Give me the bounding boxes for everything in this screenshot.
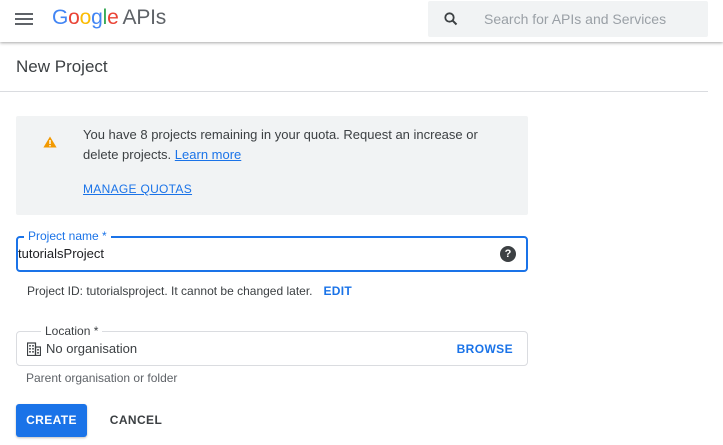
manage-quotas-link[interactable]: MANAGE QUOTAS bbox=[83, 182, 192, 196]
warning-icon bbox=[43, 136, 57, 148]
project-name-field[interactable]: Project name * tutorialsProject ? bbox=[16, 230, 528, 272]
search-icon[interactable] bbox=[443, 11, 459, 27]
quota-message: You have 8 projects remaining in your qu… bbox=[83, 127, 478, 162]
edit-project-id-button[interactable]: EDIT bbox=[324, 284, 353, 298]
hamburger-menu-icon[interactable] bbox=[13, 10, 35, 28]
learn-more-link[interactable]: Learn more bbox=[175, 147, 241, 162]
project-id-text: Project ID: tutorialsproject. It cannot … bbox=[27, 284, 313, 298]
project-name-label: Project name * bbox=[24, 230, 111, 243]
help-icon[interactable]: ? bbox=[500, 246, 516, 262]
location-value: No organisation bbox=[46, 341, 138, 356]
logo-apis-text: APIs bbox=[122, 6, 167, 29]
top-bar: Google APIs Search for APIs and Services bbox=[0, 0, 723, 42]
cancel-button[interactable]: CANCEL bbox=[100, 404, 172, 437]
page-title: New Project bbox=[16, 57, 108, 76]
logo-google-text: Google bbox=[52, 6, 119, 29]
project-name-input[interactable]: tutorialsProject bbox=[18, 246, 104, 261]
quota-notice: You have 8 projects remaining in your qu… bbox=[16, 116, 528, 215]
google-apis-logo[interactable]: Google APIs bbox=[52, 6, 166, 30]
location-field[interactable]: Location * No organisation BROWSE bbox=[16, 325, 528, 366]
search-input[interactable]: Search for APIs and Services bbox=[484, 11, 666, 27]
browse-button[interactable]: BROWSE bbox=[457, 342, 513, 356]
project-id-row: Project ID: tutorialsproject. It cannot … bbox=[27, 284, 352, 298]
location-label: Location * bbox=[41, 325, 103, 338]
search-bar[interactable]: Search for APIs and Services bbox=[428, 1, 708, 37]
location-helper-text: Parent organisation or folder bbox=[26, 371, 178, 385]
organisation-building-icon bbox=[27, 342, 41, 356]
page-header: New Project bbox=[0, 42, 708, 92]
create-button[interactable]: CREATE bbox=[16, 404, 87, 437]
quota-notice-text: You have 8 projects remaining in your qu… bbox=[83, 125, 503, 165]
